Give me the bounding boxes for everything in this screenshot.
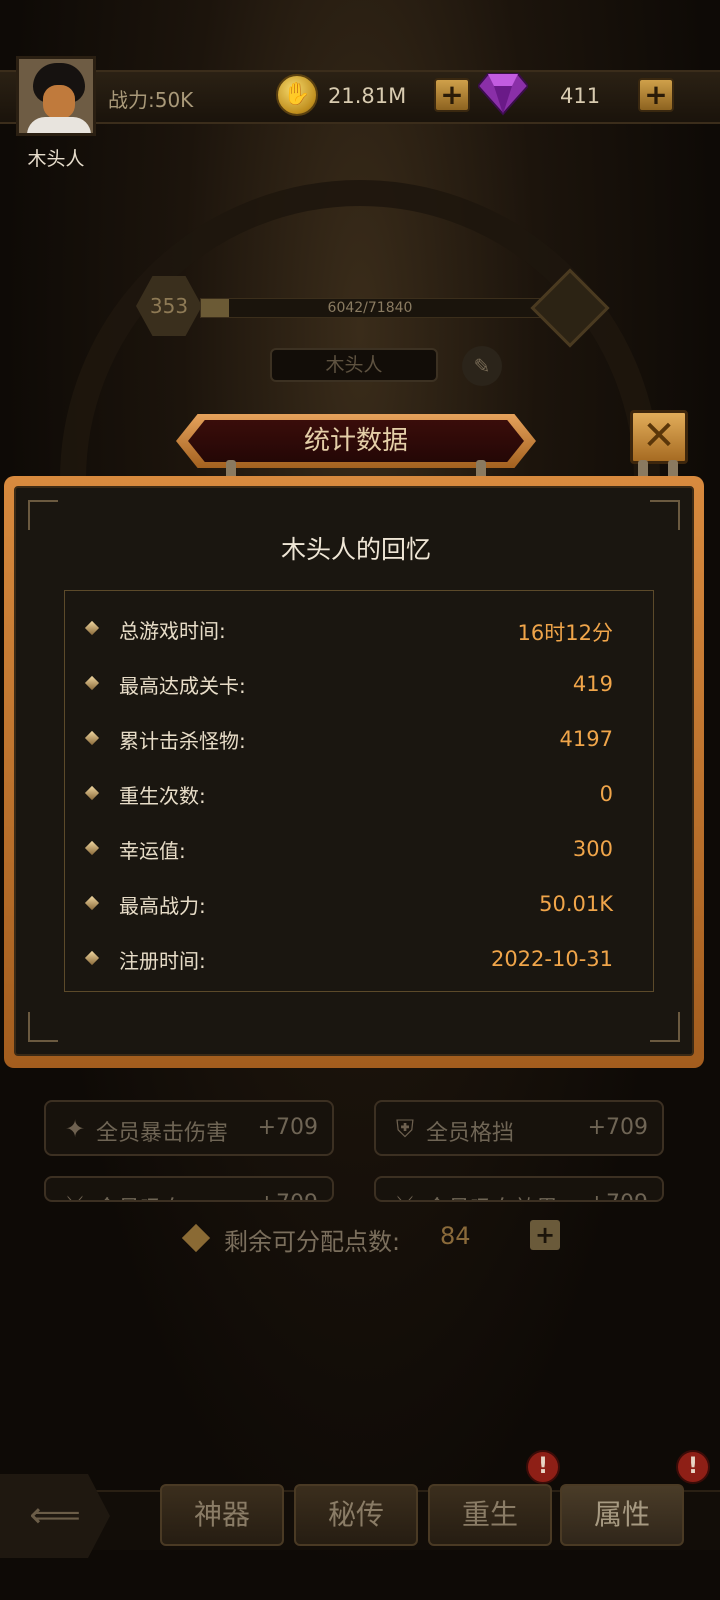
tab-secret[interactable]: 秘传 [294,1484,418,1546]
dialog-title: 统计数据 [188,420,524,462]
tab-attributes[interactable]: 属性 [560,1484,684,1546]
stat-row: 累计击杀怪物: 4197 [65,719,655,759]
stat-row: 注册时间: 2022-10-31 [65,939,655,979]
stat-label: 累计击杀怪物: [119,729,246,753]
player-name: 木头人 [27,148,85,170]
attribute-label: 全员吸血效果 [426,1191,558,1200]
bullet-icon [84,620,100,636]
back-arrow-icon[interactable]: ⟸ [0,1474,110,1558]
remaining-points-value: 84 [440,1222,471,1250]
crit-damage-icon: ✦ [64,1115,86,1143]
shield-icon: ⛨ [396,1115,414,1143]
gold-amount: 21.81M [328,84,407,108]
corner-ornament-tl [28,500,58,530]
corner-ornament-br [650,1012,680,1042]
attribute-label: 全员吸血 [96,1191,184,1200]
attribute-label: 全员暴击伤害 [96,1121,229,1146]
rebirth-alert-badge: ! [526,1450,560,1484]
stat-value: 2022-10-31 [490,947,613,971]
bullet-icon [84,785,100,801]
stat-label: 总游戏时间: [119,619,226,643]
combat-power: 战力:50K [108,88,194,112]
hero-name-plate: 木头人 [270,348,438,382]
stat-value: 300 [572,837,613,861]
exp-text: 6042/71840 [327,300,413,316]
attributes-alert-badge: ! [676,1450,710,1484]
attribute-card[interactable]: ⚔ 全员吸血效果 +709 [374,1176,664,1202]
attribute-card[interactable]: ⚔ 全员吸血 +709 [44,1176,334,1202]
stat-label: 重生次数: [119,784,206,808]
bullet-icon [84,675,100,691]
corner-ornament-bl [28,1012,58,1042]
remaining-points-label: 剩余可分配点数: [224,1228,401,1256]
stat-label: 最高达成关卡: [119,674,246,698]
remaining-points-row: 剩余可分配点数: 84 + [0,1216,720,1260]
stat-label: 幸运值: [119,839,186,863]
gold-coin-icon: ✋ [276,74,318,116]
stat-label: 注册时间: [119,949,206,973]
stat-value: 16时12分 [517,621,613,645]
attribute-value: +709 [587,1115,648,1140]
tab-artifact[interactable]: 神器 [160,1484,284,1546]
avatar-body [27,117,91,133]
corner-ornament-tr [650,500,680,530]
stat-row: 重生次数: 0 [65,774,655,814]
gem-amount: 411 [560,84,601,108]
edit-name-icon[interactable]: ✎ [462,346,502,386]
bullet-icon [84,950,100,966]
avatar-face [43,85,75,119]
exp-bar: 6042/71840 [200,298,540,318]
player-avatar[interactable] [16,56,96,136]
stat-label: 最高战力: [119,894,206,918]
attribute-value: +709 [588,1191,648,1200]
gem-icon [478,73,528,116]
statistics-dialog: 木头人的回忆 总游戏时间: 16时12分 最高达成关卡: 419 累计击杀怪物:… [4,476,704,1068]
lifesteal-effect-icon: ⚔ [390,1190,420,1200]
attribute-value: +709 [258,1191,318,1200]
stat-row: 最高达成关卡: 419 [65,664,655,704]
attribute-label: 全员格挡 [426,1121,515,1146]
stats-list: 总游戏时间: 16时12分 最高达成关卡: 419 累计击杀怪物: 4197 重… [64,590,654,992]
attribute-card[interactable]: ⛨ 全员格挡 +709 [374,1100,664,1156]
stat-value: 50.01K [539,892,613,916]
add-points-button[interactable]: + [530,1220,560,1250]
stat-value: 4197 [559,727,613,751]
add-gems-button[interactable]: + [638,78,674,112]
dialog-heading: 木头人的回忆 [280,535,431,564]
attribute-card[interactable]: ✦ 全员暴击伤害 +709 [44,1100,334,1156]
stat-value: 0 [599,782,613,806]
add-gold-button[interactable]: + [434,78,470,112]
lifesteal-icon: ⚔ [60,1190,90,1200]
stat-row: 幸运值: 300 [65,829,655,869]
points-diamond-icon [181,1223,211,1253]
bullet-icon [84,730,100,746]
close-button[interactable]: ✕ [630,410,688,464]
bullet-icon [84,840,100,856]
attribute-value: +709 [257,1115,318,1140]
tab-rebirth[interactable]: 重生 [428,1484,552,1546]
stat-value: 419 [572,672,613,696]
dialog-panel: 木头人的回忆 总游戏时间: 16时12分 最高达成关卡: 419 累计击杀怪物:… [14,486,694,1056]
bullet-icon [84,895,100,911]
stat-row: 最高战力: 50.01K [65,884,655,924]
stat-row: 总游戏时间: 16时12分 [65,609,655,649]
